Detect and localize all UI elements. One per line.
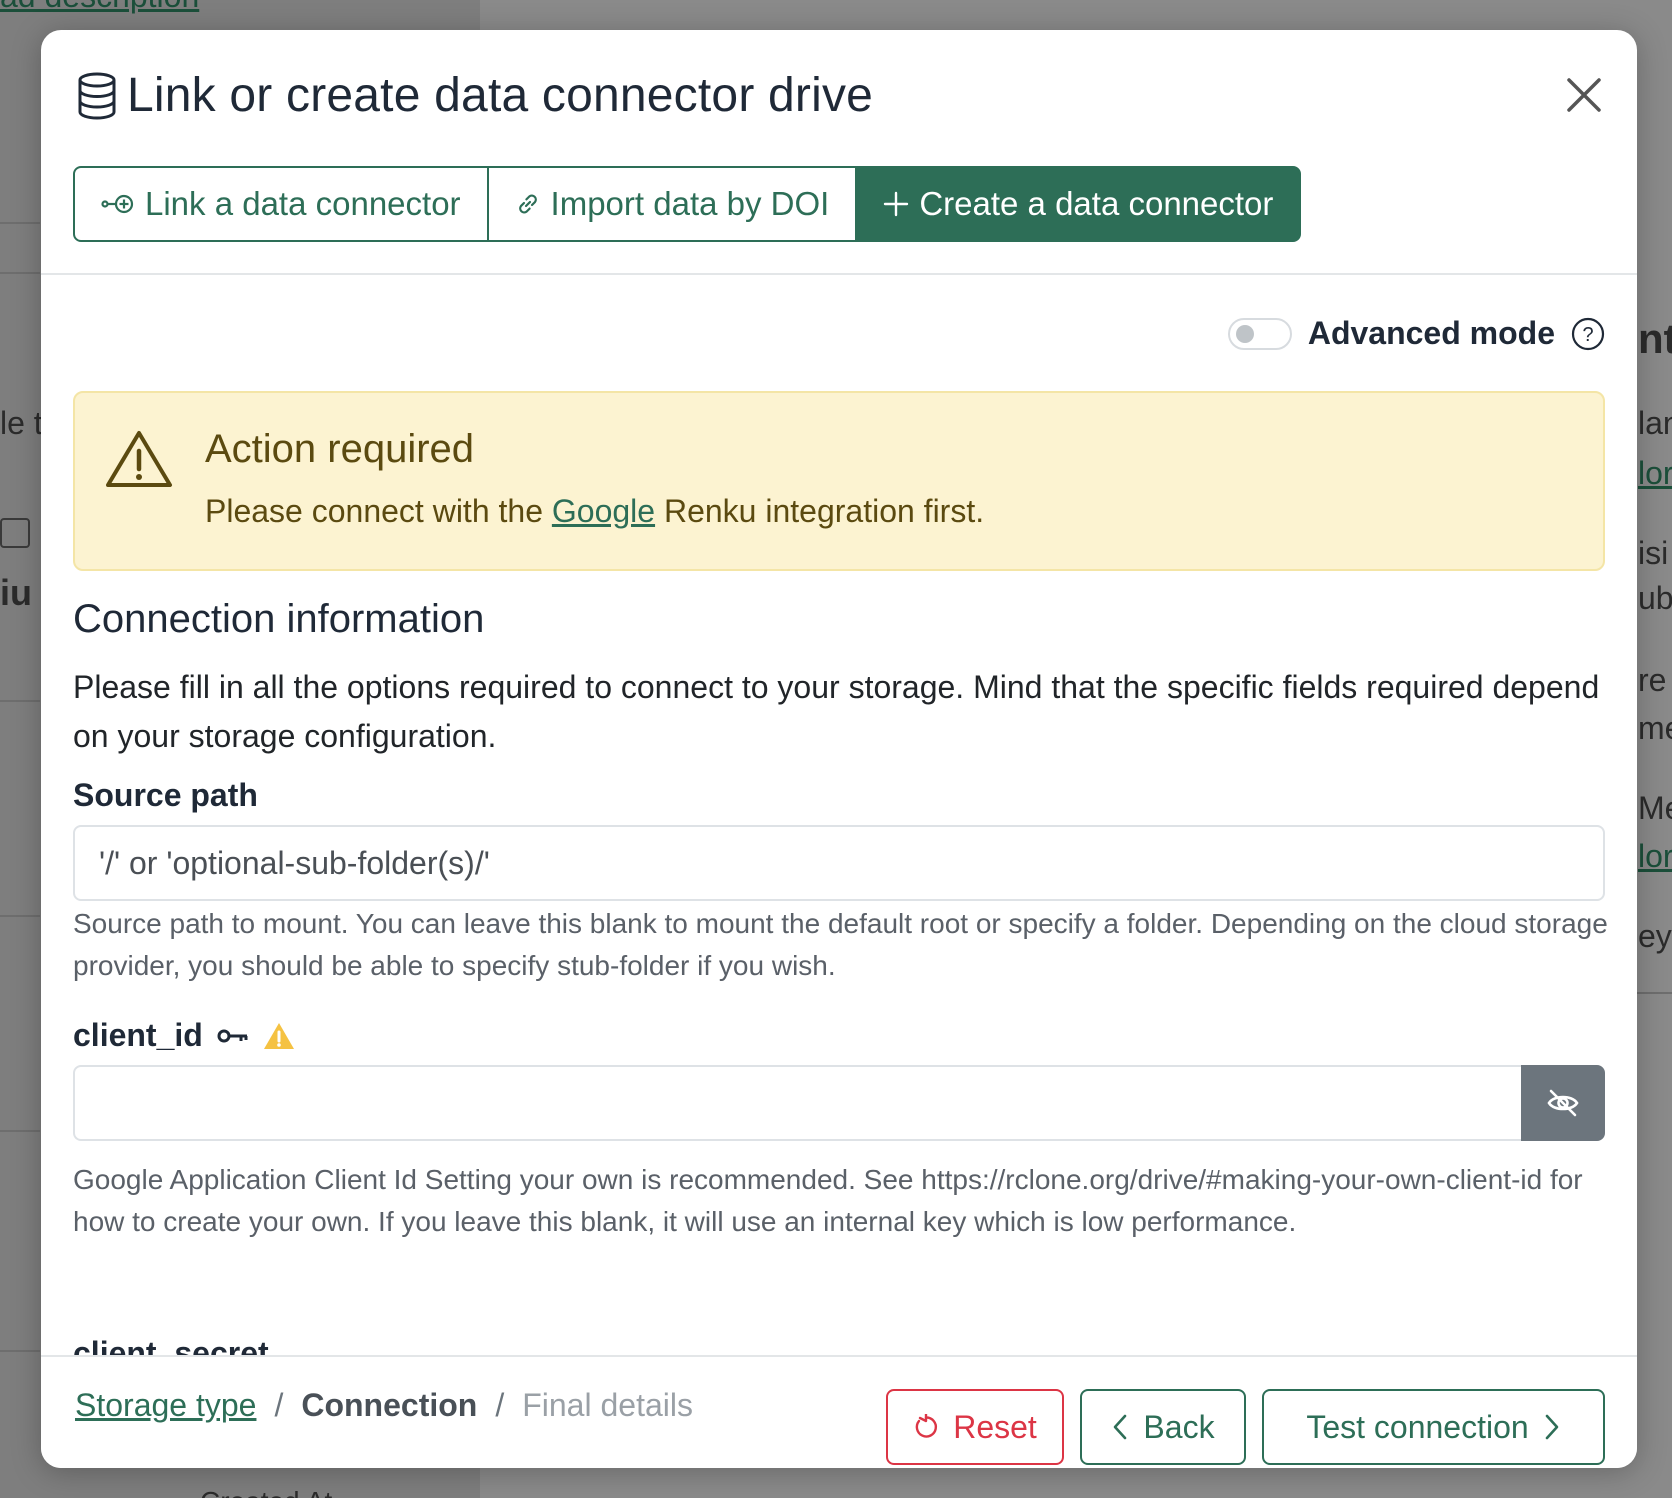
breadcrumb-storage-type[interactable]: Storage type	[75, 1387, 256, 1424]
question-circle-icon[interactable]: ?	[1571, 317, 1605, 351]
action-required-alert: Action required Please connect with the …	[73, 391, 1605, 571]
modal-title: Link or create data connector drive	[77, 68, 873, 123]
modal-title-text: Link or create data connector drive	[127, 69, 874, 122]
bg-fragment: isi	[1638, 535, 1669, 571]
bg-divider	[0, 915, 40, 917]
alert-text-before: Please connect with the	[205, 493, 552, 529]
source-path-label: Source path	[73, 777, 258, 814]
warning-triangle-icon	[106, 431, 172, 487]
tab-label: Create a data connector	[919, 185, 1274, 222]
link-plus-icon	[101, 194, 134, 214]
key-icon	[217, 1029, 248, 1042]
chevron-left-icon	[1114, 1414, 1127, 1440]
google-integration-link[interactable]: Google	[552, 493, 655, 529]
bg-fragment: nt	[1638, 315, 1672, 362]
bg-divider	[0, 1130, 40, 1132]
advanced-mode-toggle[interactable]	[1227, 317, 1292, 350]
test-connection-label: Test connection	[1306, 1408, 1529, 1445]
advanced-mode-label: Advanced mode	[1307, 315, 1555, 351]
bg-fragment: Created At	[200, 1486, 332, 1498]
bg-fragment: re	[1638, 662, 1667, 698]
client-id-label-text: client_id	[73, 1017, 203, 1053]
client-secret-label: client_secret	[73, 1335, 269, 1355]
reset-button[interactable]: Reset	[886, 1389, 1064, 1465]
bg-fragment: lor	[1638, 455, 1672, 491]
back-button[interactable]: Back	[1080, 1389, 1246, 1465]
advanced-mode-row: Advanced mode ?	[1227, 315, 1605, 352]
modal-body[interactable]: Advanced mode ? Action required Please c…	[41, 277, 1637, 1355]
test-connection-button[interactable]: Test connection	[1262, 1389, 1605, 1465]
globe-icon	[0, 518, 30, 548]
close-button[interactable]	[1559, 70, 1609, 120]
reset-icon	[915, 1414, 938, 1438]
breadcrumb-connection: Connection	[301, 1387, 478, 1423]
bg-divider	[0, 272, 40, 274]
bg-fragment: lan	[1638, 405, 1672, 441]
breadcrumb-separator: /	[495, 1387, 505, 1423]
bg-top-link: ad description	[0, 0, 199, 15]
source-path-input[interactable]	[73, 825, 1605, 901]
breadcrumb-separator: /	[274, 1387, 284, 1423]
close-icon	[1567, 78, 1601, 112]
connector-mode-tabs: Link a data connector Import data by DOI…	[73, 166, 1302, 242]
client-id-label: client_id	[73, 1017, 295, 1054]
source-path-help: Source path to mount. You can leave this…	[73, 908, 1608, 981]
modal-header: Link or create data connector drive Link…	[41, 30, 1637, 275]
section-title: Connection information	[73, 597, 485, 641]
bg-divider	[0, 700, 40, 702]
source-path-label-text: Source path	[73, 777, 258, 813]
reset-label: Reset	[953, 1408, 1037, 1445]
bg-fragment: ey	[1638, 918, 1672, 954]
alert-text-after: Renku integration first.	[655, 493, 985, 529]
bg-fragment: Mer	[1638, 790, 1672, 826]
client-id-help: Google Application Client Id Setting you…	[73, 1164, 1583, 1237]
tab-link-data-connector[interactable]: Link a data connector	[73, 166, 489, 242]
tab-import-doi[interactable]: Import data by DOI	[488, 166, 858, 242]
warning-icon	[263, 1022, 294, 1049]
data-connector-modal: Link or create data connector drive Link…	[41, 30, 1637, 1468]
tab-create-data-connector[interactable]: Create a data connector	[857, 166, 1302, 242]
modal-footer: Storage type / Connection / Final detail…	[41, 1355, 1637, 1468]
link-icon	[518, 194, 537, 214]
database-icon	[78, 72, 116, 120]
client-id-input-group	[73, 1065, 1605, 1141]
bg-fragment: le t	[0, 405, 43, 441]
bg-fragment: ub	[1638, 580, 1672, 616]
eye-slash-icon	[1547, 1089, 1579, 1117]
wizard-breadcrumb: Storage type / Connection / Final detail…	[75, 1387, 693, 1424]
plus-icon	[884, 191, 909, 217]
toggle-visibility-button[interactable]	[1521, 1065, 1605, 1141]
alert-message: Please connect with the Google Renku int…	[205, 493, 984, 530]
bg-fragment: me	[1638, 710, 1672, 746]
svg-text:?: ?	[1582, 324, 1593, 346]
client-id-input[interactable]	[73, 1065, 1521, 1141]
bg-fragment: iu	[0, 572, 32, 613]
back-label: Back	[1143, 1408, 1215, 1445]
bg-divider	[1636, 992, 1672, 994]
tab-label: Import data by DOI	[550, 185, 830, 222]
section-description: Please fill in all the options required …	[73, 669, 1600, 754]
bg-divider	[0, 1350, 40, 1352]
bg-fragment: lor	[1638, 838, 1672, 874]
tab-label: Link a data connector	[145, 185, 461, 222]
breadcrumb-final-details: Final details	[522, 1387, 693, 1423]
alert-title: Action required	[205, 427, 475, 471]
chevron-right-icon	[1545, 1414, 1558, 1440]
bg-divider	[0, 222, 40, 224]
